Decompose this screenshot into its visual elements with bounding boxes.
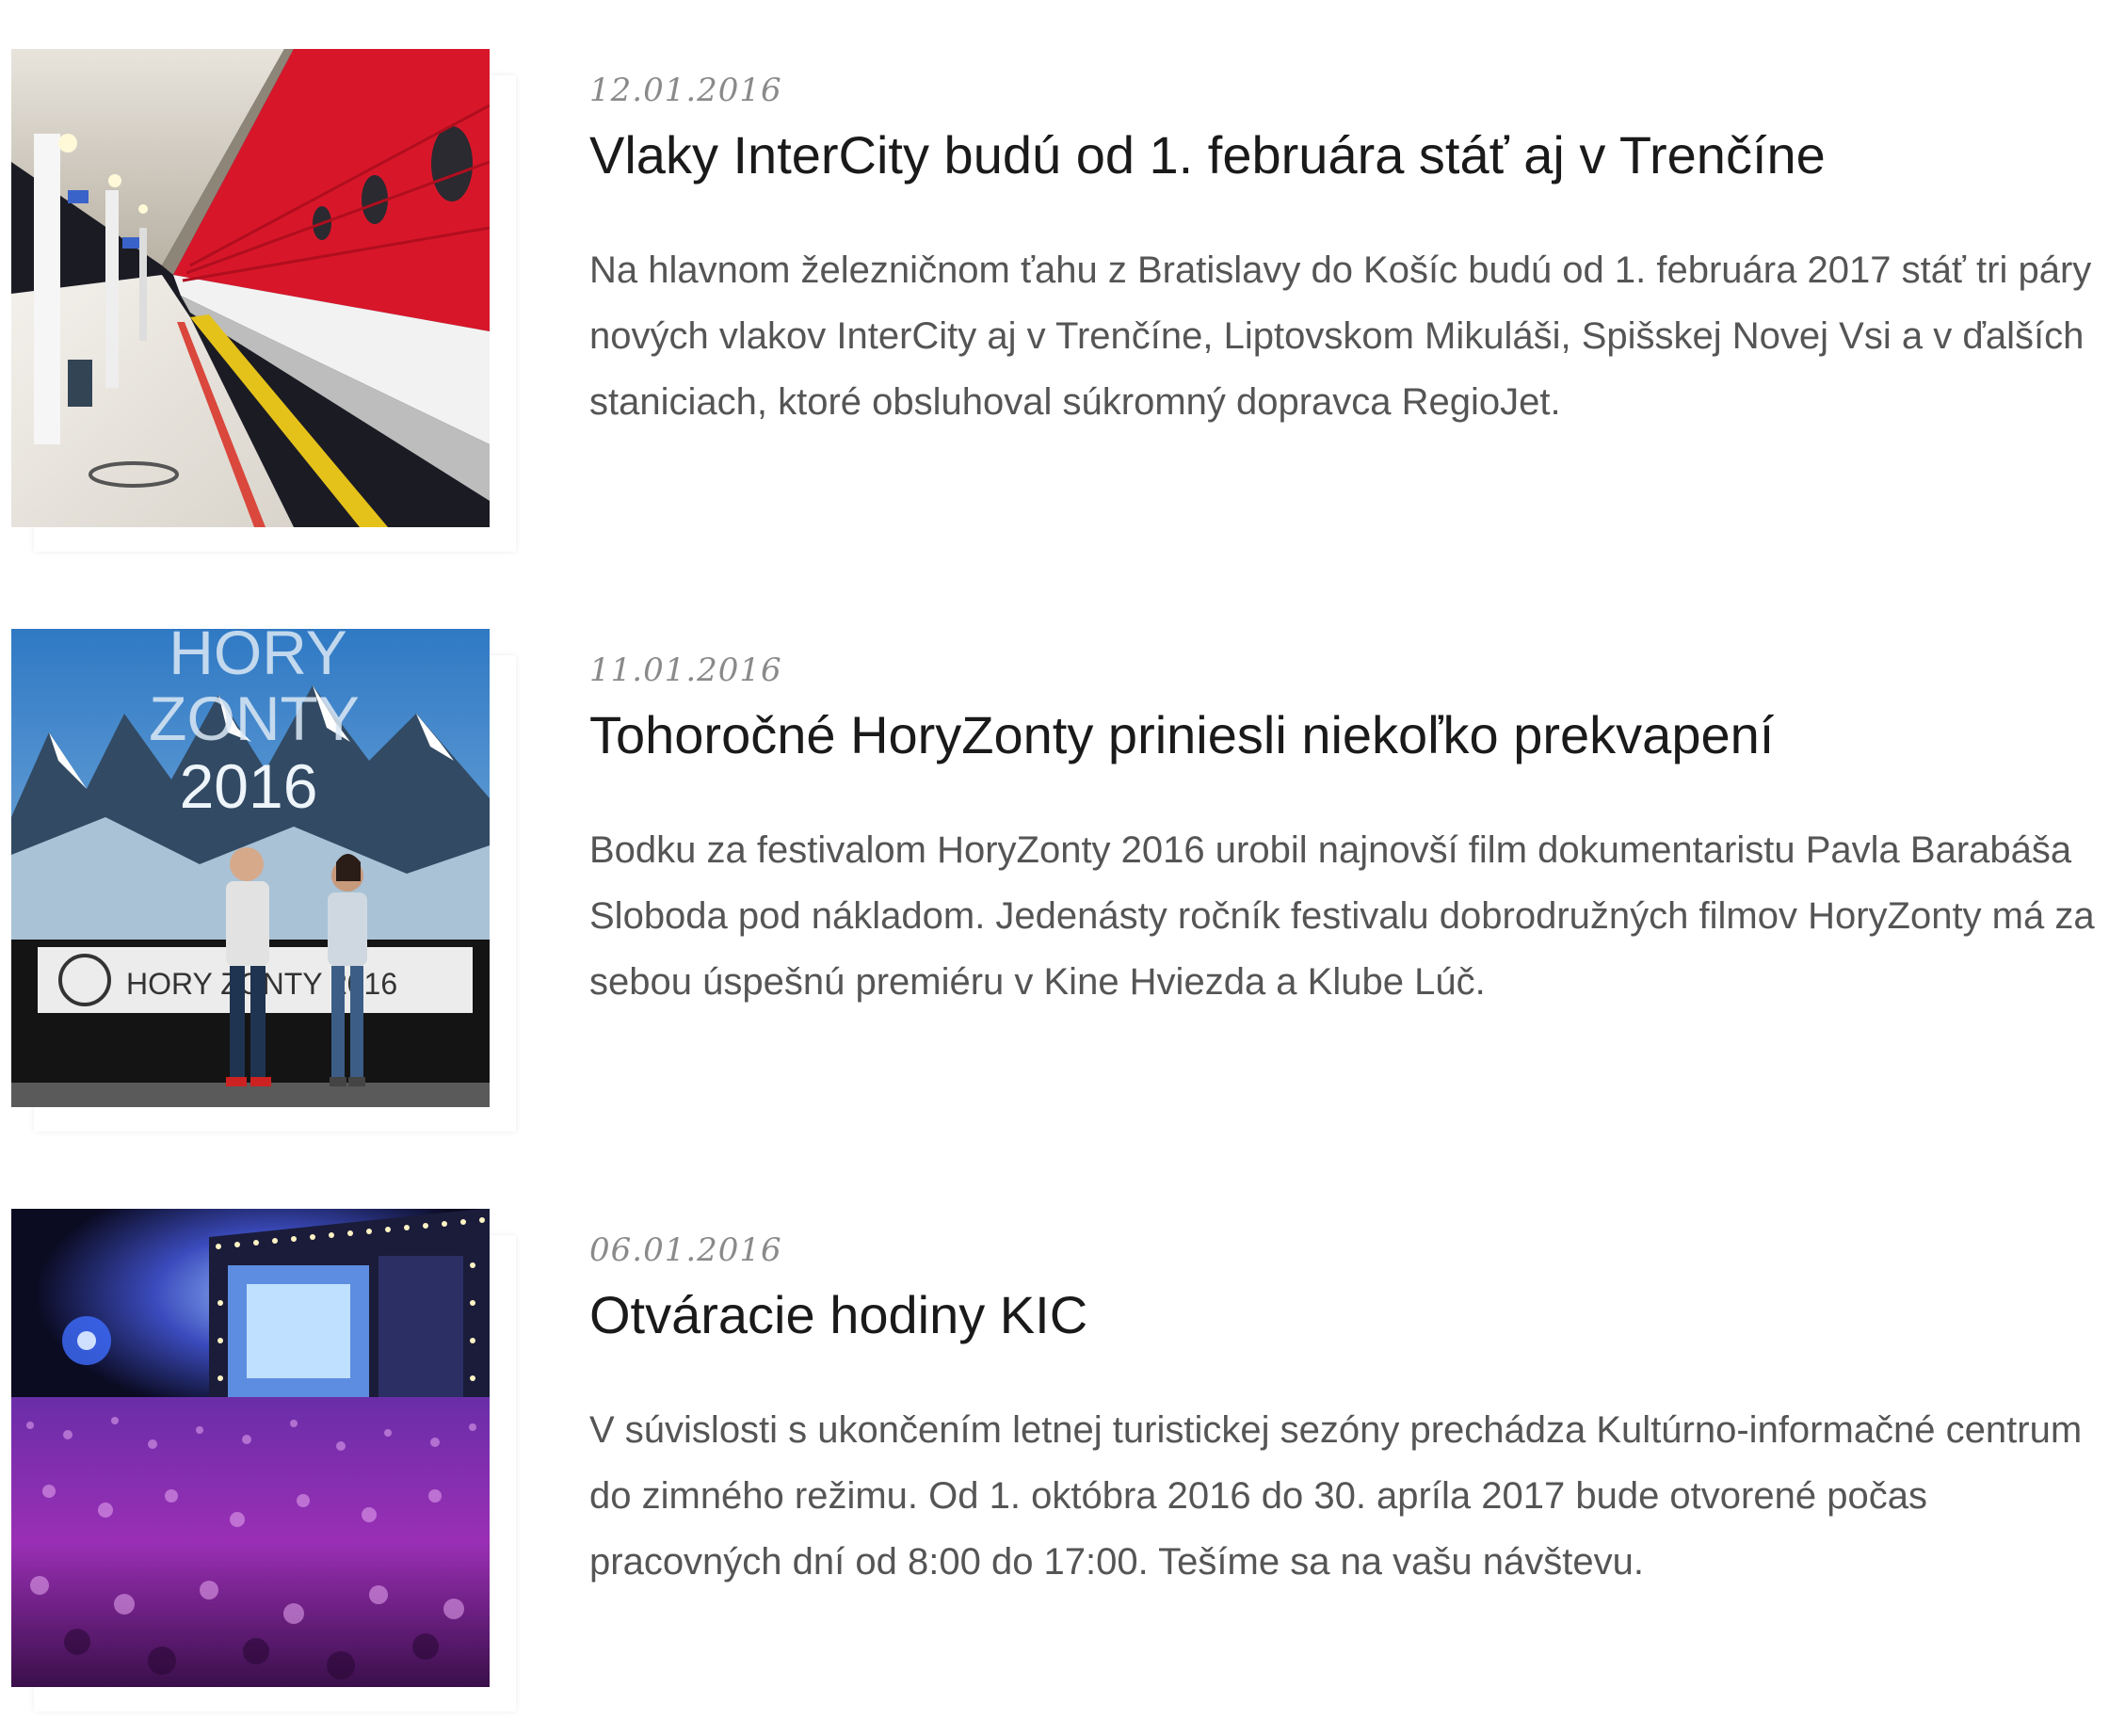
news-list: 12.01.2016 Vlaky InterCity budú od 1. fe… xyxy=(0,0,2109,1728)
news-item: 06.01.2016 Otváracie hodiny KIC V súvisl… xyxy=(0,1209,2109,1736)
news-thumbnail-horyzonty[interactable]: HORY ZONTY 2016 HORY ZONTY 2016 xyxy=(11,629,490,1107)
news-item: 12.01.2016 Vlaky InterCity budú od 1. fe… xyxy=(0,49,2109,576)
poster-text-line1: HORY xyxy=(169,629,347,687)
news-title-link[interactable]: Tohoročné HoryZonty priniesli niekoľko p… xyxy=(589,704,2077,765)
poster-text-line3: 2016 xyxy=(180,751,318,821)
news-date: 12.01.2016 xyxy=(589,72,782,109)
poster-text-line2: ZONTY xyxy=(149,683,360,753)
news-thumbnail-train[interactable] xyxy=(11,49,490,527)
news-date: 11.01.2016 xyxy=(589,651,782,689)
train-platform-image xyxy=(11,49,490,527)
news-title-link[interactable]: Otváracie hodiny KIC xyxy=(589,1284,2077,1345)
concert-crowd-image xyxy=(11,1209,490,1687)
news-thumbnail-concert[interactable] xyxy=(11,1209,490,1687)
news-item: HORY ZONTY 2016 HORY ZONTY 2016 11.01.20… xyxy=(0,629,2109,1156)
news-title-link[interactable]: Vlaky InterCity budú od 1. februára stáť… xyxy=(589,124,2077,185)
news-excerpt: Bodku za festivalom HoryZonty 2016 urobi… xyxy=(589,829,2095,1003)
news-excerpt: Na hlavnom železničnom ťahu z Bratislavy… xyxy=(589,249,2092,423)
festival-stage-image: HORY ZONTY 2016 HORY ZONTY 2016 xyxy=(11,629,490,1107)
news-date: 06.01.2016 xyxy=(589,1231,782,1269)
news-excerpt: V súvislosti s ukončením letnej turistic… xyxy=(589,1409,2083,1583)
